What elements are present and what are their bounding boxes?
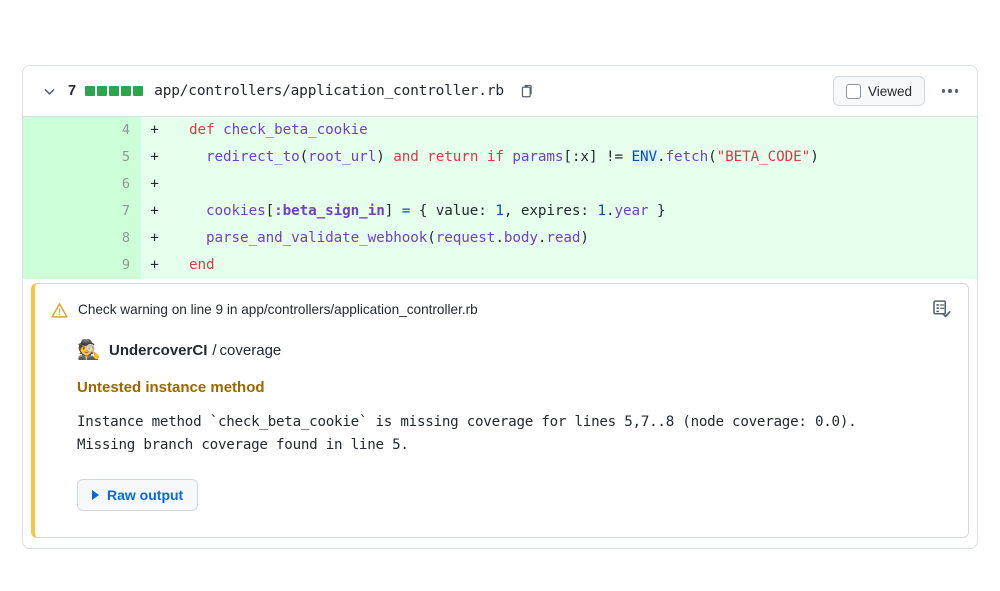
diff-row[interactable]: 7 + cookies[:beta_sign_in] = { value: 1,… [23, 198, 977, 225]
checklist-report-icon[interactable] [932, 299, 952, 324]
code-line[interactable]: cookies[:beta_sign_in] = { value: 1, exp… [168, 198, 977, 225]
warning-triangle-icon [51, 302, 68, 324]
diff-row[interactable]: 8 + parse_and_validate_webhook(request.b… [23, 225, 977, 252]
raw-output-button[interactable]: Raw output [77, 479, 199, 511]
check-annotation-panel: Check warning on line 9 in app/controlle… [31, 283, 969, 538]
diff-row[interactable]: 4 + def check_beta_cookie [23, 117, 977, 144]
more-options-button[interactable] [937, 78, 963, 104]
change-count: 7 [68, 83, 77, 99]
disclosure-triangle-icon [92, 490, 99, 500]
ci-check-row: 🕵️ UndercoverCI / coverage [77, 339, 952, 362]
file-diff-card: 7 app/controllers/application_controller… [22, 65, 978, 549]
diffstat-blocks [85, 86, 144, 96]
code-line[interactable]: def check_beta_cookie [168, 117, 977, 144]
annotation-message: Instance method `check_beta_cookie` is m… [77, 414, 857, 453]
file-path[interactable]: app/controllers/application_controller.r… [154, 83, 504, 99]
code-line[interactable] [168, 171, 977, 198]
line-number: 4 [23, 117, 141, 144]
line-number: 6 [23, 171, 141, 198]
diff-body: 4 + def check_beta_cookie 5 + redirect_t… [23, 117, 977, 279]
annotation-header-text: Check warning on line 9 in app/controlle… [78, 302, 478, 317]
diff-marker: + [141, 252, 168, 279]
line-number: 9 [23, 252, 141, 279]
diff-marker: + [141, 171, 168, 198]
file-header: 7 app/controllers/application_controller… [23, 66, 977, 117]
code-line[interactable]: end [168, 252, 977, 279]
clipboard-copy-icon[interactable] [517, 80, 539, 102]
line-number: 8 [23, 225, 141, 252]
diff-row[interactable]: 6 + [23, 171, 977, 198]
viewed-label: Viewed [867, 83, 912, 99]
chevron-down-icon[interactable] [39, 81, 59, 101]
diff-marker: + [141, 198, 168, 225]
ci-separator: / [212, 342, 217, 359]
annotation-header: Check warning on line 9 in app/controlle… [35, 284, 968, 324]
annotation-title: Untested instance method [77, 379, 265, 396]
ci-check-name: coverage [219, 342, 282, 359]
raw-output-label: Raw output [107, 487, 184, 503]
diff-marker: + [141, 144, 168, 171]
annotation-body: 🕵️ UndercoverCI / coverage Untested inst… [35, 339, 968, 537]
ci-avatar-icon: 🕵️ [77, 340, 101, 361]
diff-marker: + [141, 117, 168, 144]
diff-row[interactable]: 5 + redirect_to(root_url) and return if … [23, 144, 977, 171]
viewed-checkbox[interactable] [845, 83, 861, 99]
ci-app-name[interactable]: UndercoverCI [109, 342, 207, 359]
diff-row[interactable]: 9 + end [23, 252, 977, 279]
diff-page: 7 app/controllers/application_controller… [0, 0, 1000, 591]
line-number: 7 [23, 198, 141, 225]
viewed-toggle-button[interactable]: Viewed [832, 76, 925, 106]
diff-marker: + [141, 225, 168, 252]
code-line[interactable]: redirect_to(root_url) and return if para… [168, 144, 977, 171]
line-number: 5 [23, 144, 141, 171]
code-line[interactable]: parse_and_validate_webhook(request.body.… [168, 225, 977, 252]
